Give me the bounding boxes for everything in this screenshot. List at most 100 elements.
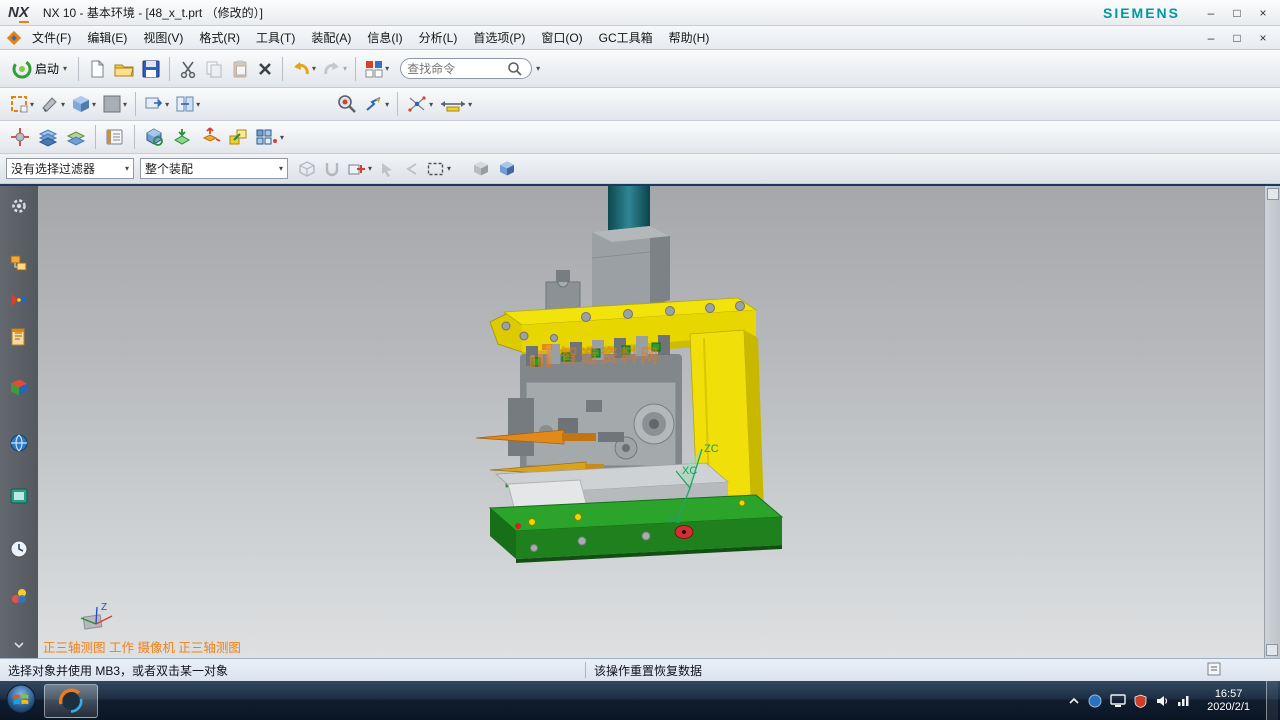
add-select-button[interactable] bbox=[345, 159, 374, 179]
status-note-icon[interactable] bbox=[1206, 661, 1222, 680]
ime-icon[interactable] bbox=[1088, 694, 1102, 708]
volume-icon[interactable] bbox=[1155, 694, 1169, 708]
report-button[interactable] bbox=[102, 126, 128, 148]
start-button[interactable] bbox=[6, 684, 36, 717]
highlight-related-button[interactable] bbox=[295, 159, 319, 179]
hidden-icons-chevron[interactable] bbox=[1068, 696, 1080, 706]
rotate-view-button[interactable] bbox=[38, 93, 67, 115]
assembly-navigator-icon[interactable] bbox=[9, 253, 29, 276]
standard-toolbar: 启动 bbox=[0, 50, 1280, 88]
doc-close-button[interactable]: × bbox=[1250, 29, 1276, 47]
save-button[interactable] bbox=[139, 58, 163, 80]
maximize-button[interactable]: □ bbox=[1224, 4, 1250, 22]
wcs-x-label: XC bbox=[682, 465, 697, 477]
snap-toggle-button[interactable] bbox=[321, 159, 343, 179]
status-message: 该操作重置恢复数据 bbox=[594, 662, 702, 679]
open-component-button[interactable] bbox=[169, 125, 195, 149]
show-desktop-button[interactable] bbox=[1266, 681, 1278, 720]
window-split-button[interactable] bbox=[173, 93, 202, 115]
web-browser-icon[interactable] bbox=[9, 433, 29, 456]
background-swatch-button[interactable] bbox=[100, 93, 129, 115]
move-component-button[interactable] bbox=[197, 125, 223, 149]
pattern-component-button[interactable] bbox=[253, 125, 286, 149]
select-box-button[interactable] bbox=[7, 93, 36, 115]
taskbar-nx-app-button[interactable] bbox=[44, 684, 98, 718]
shaded-view-button[interactable] bbox=[69, 93, 98, 115]
windows-logo-icon bbox=[6, 684, 36, 714]
fullscreen-toggle-button[interactable] bbox=[1267, 188, 1279, 200]
selection-filter-select[interactable]: 没有选择过滤器 bbox=[6, 158, 134, 179]
selection-scope-select[interactable]: 整个装配 bbox=[140, 158, 288, 179]
taskbar-clock[interactable]: 16:57 2020/2/1 bbox=[1199, 688, 1258, 714]
menu-help[interactable]: 帮助(H) bbox=[661, 26, 718, 49]
engine-block[interactable] bbox=[508, 335, 682, 474]
close-button[interactable]: × bbox=[1250, 4, 1276, 22]
network-icon[interactable] bbox=[1177, 694, 1191, 707]
related-cube-icon bbox=[297, 160, 317, 178]
layer-visible-button[interactable] bbox=[63, 126, 89, 148]
menu-tools[interactable]: 工具(T) bbox=[248, 26, 303, 49]
redo-button[interactable] bbox=[320, 59, 349, 79]
display-icon[interactable] bbox=[1110, 694, 1126, 708]
deselect-button[interactable] bbox=[376, 159, 398, 179]
menu-gc-toolbox[interactable]: GC工具箱 bbox=[591, 26, 661, 49]
part-navigator-icon[interactable] bbox=[9, 327, 29, 350]
command-finder-dropdown[interactable] bbox=[536, 64, 540, 73]
app-icon bbox=[5, 30, 23, 46]
doc-restore-button[interactable]: □ bbox=[1224, 29, 1250, 47]
snap-point-icon bbox=[406, 94, 428, 114]
process-studio-icon[interactable] bbox=[9, 586, 29, 609]
delete-button[interactable] bbox=[254, 59, 276, 79]
status-bar: 选择对象并使用 MB3，或者双击某一对象 该操作重置恢复数据 bbox=[0, 658, 1280, 681]
copy-button[interactable] bbox=[202, 58, 226, 80]
layer-settings-button[interactable] bbox=[35, 126, 61, 148]
solid-body-button[interactable] bbox=[495, 159, 519, 179]
wcs-z-label: ZC bbox=[704, 443, 719, 455]
window-layout-button[interactable] bbox=[362, 58, 391, 80]
cut-button[interactable] bbox=[176, 58, 200, 80]
snap-magnet-icon bbox=[323, 160, 341, 178]
general-object-button[interactable] bbox=[469, 159, 493, 179]
assembly-constraints-button[interactable] bbox=[225, 125, 251, 149]
new-file-button[interactable] bbox=[85, 58, 109, 80]
minimize-button[interactable]: – bbox=[1198, 4, 1224, 22]
open-folder-icon bbox=[113, 59, 135, 79]
menu-edit[interactable]: 编辑(E) bbox=[79, 26, 135, 49]
start-menu-button[interactable]: 启动 bbox=[7, 57, 72, 81]
menu-analysis[interactable]: 分析(L) bbox=[411, 26, 466, 49]
contact-align-button[interactable] bbox=[7, 125, 33, 149]
menu-view[interactable]: 视图(V) bbox=[135, 26, 191, 49]
search-icon[interactable] bbox=[507, 61, 522, 76]
rotate-view-icon bbox=[40, 94, 60, 114]
select-prev-button[interactable] bbox=[400, 159, 422, 179]
layers-icon bbox=[37, 127, 59, 147]
show-hide-button[interactable] bbox=[334, 92, 360, 116]
roles-gear-icon[interactable] bbox=[9, 196, 29, 219]
menu-preferences[interactable]: 首选项(P) bbox=[465, 26, 533, 49]
rect-select-button[interactable] bbox=[424, 159, 453, 179]
doc-minimize-button[interactable]: – bbox=[1198, 29, 1224, 47]
menu-format[interactable]: 格式(R) bbox=[191, 26, 248, 49]
hd3d-tool-icon[interactable] bbox=[9, 486, 29, 509]
constraint-navigator-icon[interactable] bbox=[9, 290, 29, 313]
command-finder-input[interactable] bbox=[407, 62, 507, 76]
menu-assembly[interactable]: 装配(A) bbox=[303, 26, 359, 49]
history-icon[interactable] bbox=[9, 539, 29, 562]
strip-bottom-button[interactable] bbox=[1266, 644, 1278, 656]
orient-wcs-button[interactable] bbox=[362, 93, 391, 115]
menu-file[interactable]: 文件(F) bbox=[24, 26, 79, 49]
measure-button[interactable] bbox=[437, 93, 474, 115]
open-file-button[interactable] bbox=[111, 58, 137, 80]
find-component-button[interactable] bbox=[141, 125, 167, 149]
graphics-viewport[interactable]: ZC XC YC Z 智造资料网 正三轴测图 工作 摄像机 正三轴测图 bbox=[38, 186, 1264, 660]
paste-button[interactable] bbox=[228, 58, 252, 80]
reuse-library-icon[interactable] bbox=[9, 378, 29, 401]
snap-point-button[interactable] bbox=[404, 93, 435, 115]
undo-button[interactable] bbox=[289, 59, 318, 79]
sidebar-collapse-icon[interactable] bbox=[12, 640, 26, 654]
menu-information[interactable]: 信息(I) bbox=[359, 26, 410, 49]
window-cascade-button[interactable] bbox=[142, 93, 171, 115]
pedestal-block[interactable] bbox=[546, 226, 670, 312]
security-icon[interactable] bbox=[1134, 694, 1147, 708]
menu-window[interactable]: 窗口(O) bbox=[533, 26, 590, 49]
